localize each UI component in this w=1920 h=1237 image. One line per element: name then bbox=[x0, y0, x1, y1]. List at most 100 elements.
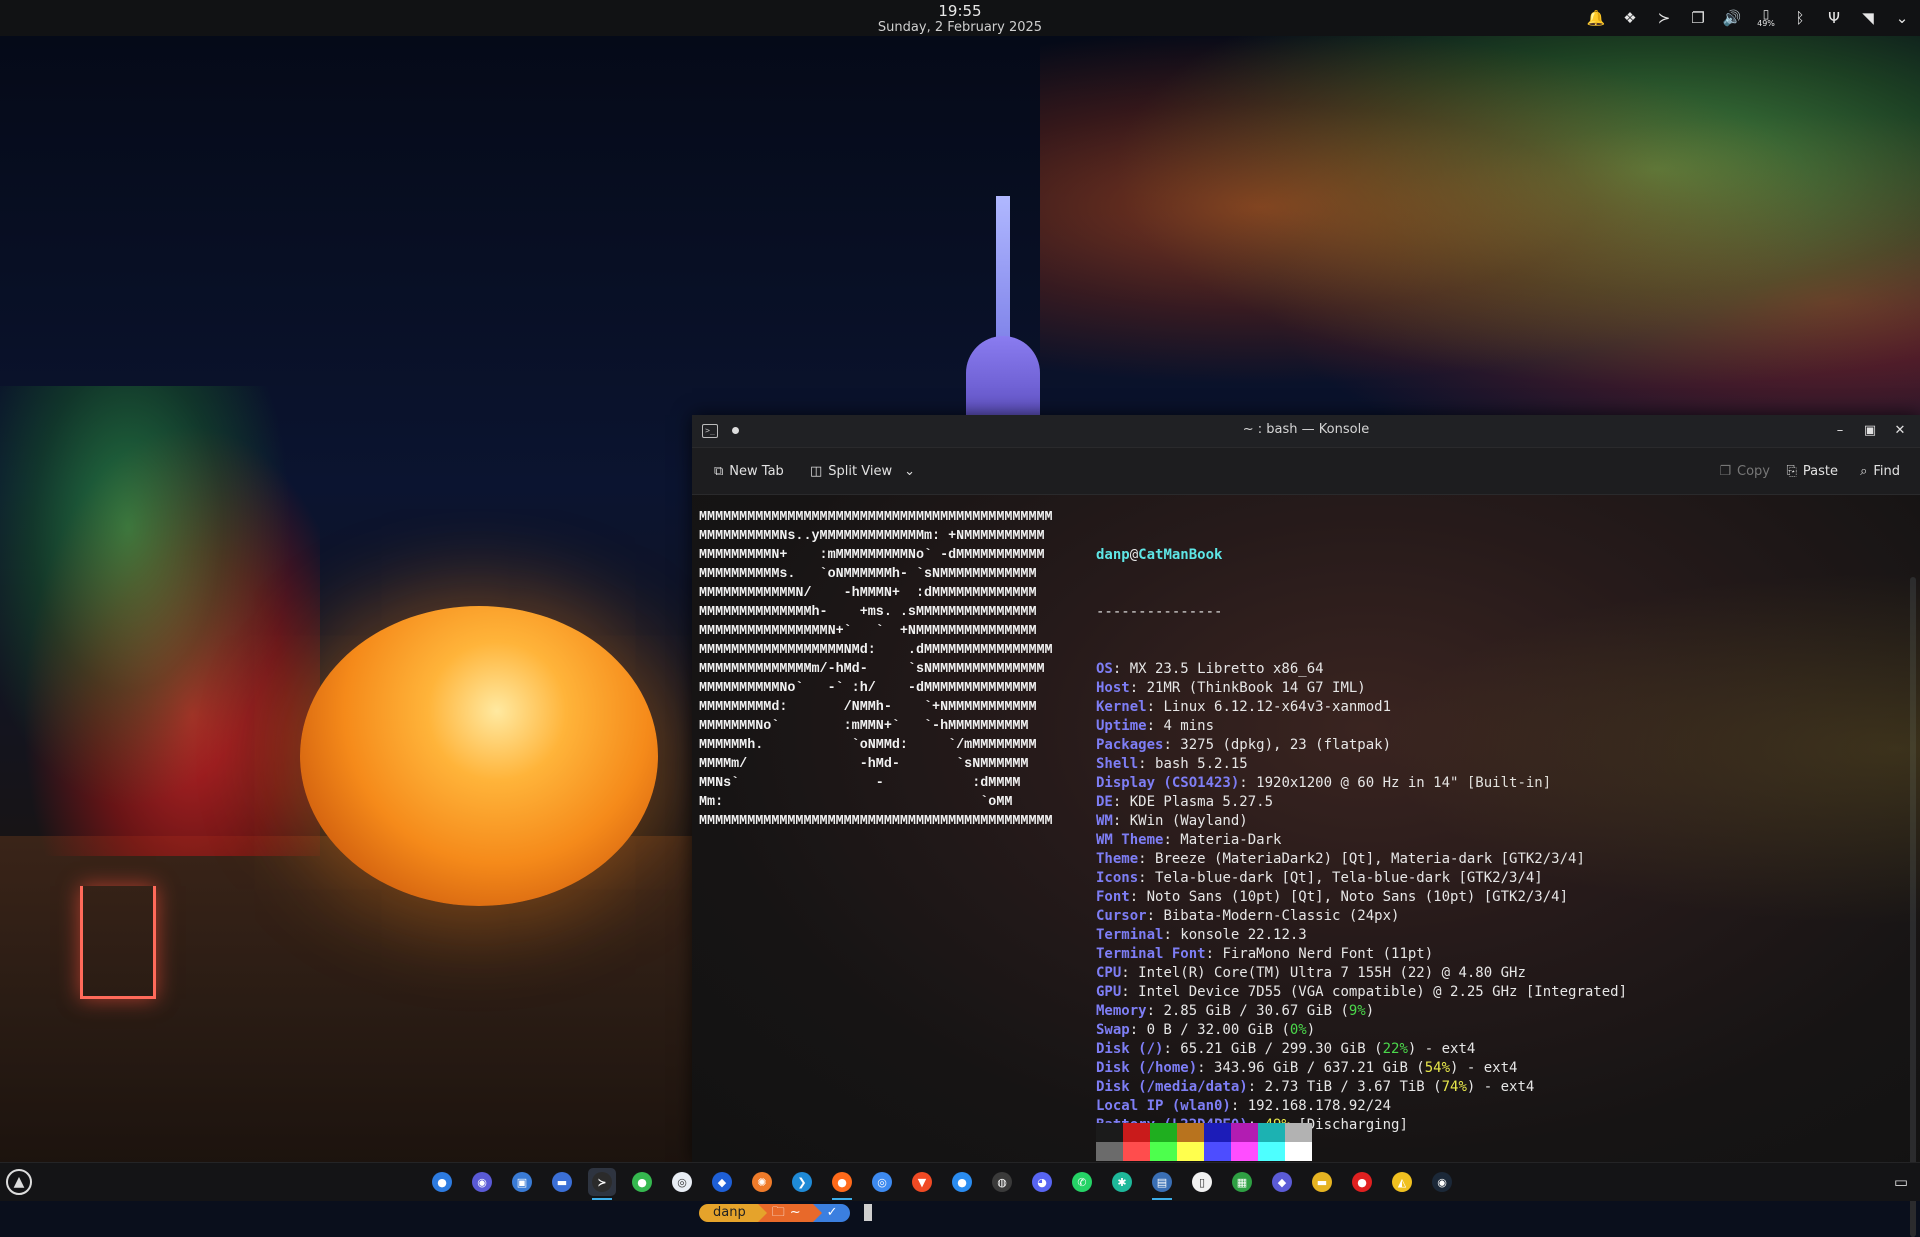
task-glyph: ◎ bbox=[872, 1172, 892, 1192]
clipboard-icon[interactable]: ❐ bbox=[1688, 8, 1708, 28]
system-tray: 🔔 ❖ ≻ ❐ 🔊 ▯ 49% ᛒ Ψ ◥ ⌄ bbox=[1586, 7, 1912, 29]
document-icon[interactable]: ▯ bbox=[1188, 1168, 1216, 1196]
info-line: Disk (/media/data): 2.73 TiB / 3.67 TiB … bbox=[1096, 1079, 1535, 1095]
chrome-icon[interactable]: ◎ bbox=[868, 1168, 896, 1196]
info-line: Local IP (wlan0): 192.168.178.92/24 bbox=[1096, 1098, 1392, 1114]
application-launcher-icon[interactable]: ▲ bbox=[6, 1169, 32, 1195]
info-value: Tela-blue-dark [Qt], Tela-blue-dark [GTK… bbox=[1155, 870, 1543, 886]
checkmark-icon: ✓ bbox=[826, 1205, 838, 1220]
split-view-button[interactable]: ◫ Split View ⌄ bbox=[810, 462, 915, 480]
info-value: 2.73 TiB / 3.67 TiB ( bbox=[1264, 1079, 1442, 1095]
info-value: FiraMono Nerd Font (11pt) bbox=[1222, 946, 1434, 962]
info-tail: ) - ext4 bbox=[1450, 1060, 1518, 1076]
konsole-toolbar: ⧉ New Tab ◫ Split View ⌄ ❐ Copy ⎘ Paste … bbox=[692, 448, 1920, 495]
palette-swatch bbox=[1231, 1123, 1258, 1142]
terminal-view[interactable]: MMMMMMMMMMMMMMMMMMMMMMMMMMMMMMMMMMMMMMMM… bbox=[692, 495, 1920, 1237]
terminal-tray-icon[interactable]: ≻ bbox=[1654, 8, 1674, 28]
info-key: Icons bbox=[1096, 870, 1139, 886]
terminal-scrollbar[interactable] bbox=[1910, 577, 1916, 1237]
whatsapp-icon[interactable]: ✆ bbox=[1068, 1168, 1096, 1196]
copy-button[interactable]: ❐ Copy bbox=[1719, 462, 1770, 480]
desktop-switch-icon[interactable]: ▤ bbox=[1148, 1168, 1176, 1200]
tux-icon[interactable]: ◭ bbox=[1388, 1168, 1416, 1196]
info-tail: ) bbox=[1306, 1022, 1316, 1038]
info-value: 3275 (dpkg), 23 (flatpak) bbox=[1180, 737, 1392, 753]
palette-swatch bbox=[1123, 1142, 1150, 1161]
steam-icon[interactable]: ◉ bbox=[1428, 1168, 1456, 1196]
info-key: CPU bbox=[1096, 965, 1122, 981]
info-value: 0 B / 32.00 GiB ( bbox=[1146, 1022, 1290, 1038]
app-orange-icon[interactable]: ✺ bbox=[748, 1168, 776, 1196]
app-store-icon[interactable]: ▣ bbox=[508, 1168, 536, 1196]
wifi-icon[interactable]: ◥ bbox=[1858, 8, 1878, 28]
info-key: Kernel bbox=[1096, 699, 1147, 715]
maximize-icon[interactable]: ▣ bbox=[1860, 421, 1880, 441]
info-percent: 22% bbox=[1382, 1041, 1408, 1057]
find-button[interactable]: ⌕ Find bbox=[1860, 462, 1900, 480]
usb-icon[interactable]: Ψ bbox=[1824, 8, 1844, 28]
info-value: Intel(R) Core(TM) Ultra 7 155H (22) @ 4.… bbox=[1138, 965, 1526, 981]
app-teal-icon[interactable]: ✱ bbox=[1108, 1168, 1136, 1196]
paste-label: Paste bbox=[1802, 463, 1838, 479]
notifications-panel-icon[interactable]: ▭ bbox=[1890, 1171, 1912, 1193]
top-panel: 19:55 Sunday, 2 February 2025 🔔 ❖ ≻ ❐ 🔊 ▯ 49% ᛒ… bbox=[0, 0, 1920, 36]
task-glyph: ◆ bbox=[712, 1172, 732, 1192]
close-icon[interactable]: ✕ bbox=[1890, 421, 1910, 441]
obs-icon[interactable]: ◍ bbox=[988, 1168, 1016, 1196]
info-key: DE bbox=[1096, 794, 1113, 810]
vscode-icon[interactable]: ❯ bbox=[788, 1168, 816, 1196]
folder-yellow-icon[interactable]: ▬ bbox=[1308, 1168, 1336, 1196]
info-value: 2.85 GiB / 30.67 GiB ( bbox=[1163, 1003, 1349, 1019]
info-line: Display (CSO1423): 1920x1200 @ 60 Hz in … bbox=[1096, 775, 1552, 791]
info-key: Cursor bbox=[1096, 908, 1147, 924]
window-titlebar[interactable]: >_ ~ : bash — Konsole – ▣ ✕ bbox=[692, 415, 1920, 448]
files-icon[interactable]: ▬ bbox=[548, 1168, 576, 1196]
dropbox-icon[interactable]: ❖ bbox=[1620, 8, 1640, 28]
volume-icon[interactable]: 🔊 bbox=[1722, 8, 1742, 28]
spreadsheet-icon[interactable]: ▦ bbox=[1228, 1168, 1256, 1196]
palette-swatch bbox=[1258, 1142, 1285, 1161]
app-red-circle-icon[interactable]: ● bbox=[1348, 1168, 1376, 1196]
konsole-icon[interactable]: ≻ bbox=[588, 1168, 616, 1200]
task-glyph: ◆ bbox=[1272, 1172, 1292, 1192]
info-value: 192.168.178.92/24 bbox=[1247, 1098, 1392, 1114]
info-percent: 0% bbox=[1289, 1022, 1307, 1038]
app-blue2-icon[interactable]: ● bbox=[948, 1168, 976, 1196]
brave-icon[interactable]: ▼ bbox=[908, 1168, 936, 1196]
tray-expand-icon[interactable]: ⌄ bbox=[1892, 8, 1912, 28]
firefox-icon[interactable]: ● bbox=[828, 1168, 856, 1200]
konsole-window[interactable]: >_ ~ : bash — Konsole – ▣ ✕ ⧉ New Tab ◫ … bbox=[692, 415, 1920, 1237]
info-line: GPU: Intel Device 7D55 (VGA compatible) … bbox=[1096, 984, 1628, 1000]
info-value: Intel Device 7D55 (VGA compatible) @ 2.2… bbox=[1138, 984, 1628, 1000]
app-blue-circle-icon[interactable]: ● bbox=[428, 1168, 456, 1196]
task-glyph: ✱ bbox=[1112, 1172, 1132, 1192]
task-glyph: ◎ bbox=[672, 1172, 692, 1192]
info-value: 65.21 GiB / 299.30 GiB ( bbox=[1180, 1041, 1383, 1057]
info-key: Local IP (wlan0) bbox=[1096, 1098, 1231, 1114]
battery-icon[interactable]: ▯ 49% bbox=[1756, 8, 1776, 28]
chromium-icon[interactable]: ◎ bbox=[668, 1168, 696, 1196]
app-elephant-icon[interactable]: ◆ bbox=[1268, 1168, 1296, 1196]
paste-button[interactable]: ⎘ Paste bbox=[1787, 462, 1839, 480]
chevron-down-icon: ⌄ bbox=[904, 463, 916, 479]
info-key: Disk (/media/data) bbox=[1096, 1079, 1248, 1095]
notifications-icon[interactable]: 🔔 bbox=[1586, 8, 1606, 28]
new-tab-button[interactable]: ⧉ New Tab bbox=[714, 462, 784, 480]
clock-time: 19:55 bbox=[938, 2, 982, 20]
info-line: Packages: 3275 (dpkg), 23 (flatpak) bbox=[1096, 737, 1392, 753]
digital-clock[interactable]: 19:55 Sunday, 2 February 2025 bbox=[860, 2, 1060, 35]
minimize-icon[interactable]: – bbox=[1830, 421, 1850, 441]
info-key: OS bbox=[1096, 661, 1113, 677]
info-line: Disk (/): 65.21 GiB / 299.30 GiB (22%) -… bbox=[1096, 1041, 1476, 1057]
info-line: WM Theme: Materia-Dark bbox=[1096, 832, 1282, 848]
app-green-icon[interactable]: ● bbox=[628, 1168, 656, 1196]
copy-label: Copy bbox=[1737, 463, 1770, 479]
virtualbox-icon[interactable]: ◆ bbox=[708, 1168, 736, 1196]
info-line: CPU: Intel(R) Core(TM) Ultra 7 155H (22)… bbox=[1096, 965, 1526, 981]
app-purple-icon[interactable]: ◉ bbox=[468, 1168, 496, 1196]
discord-icon[interactable]: ◕ bbox=[1028, 1168, 1056, 1196]
new-tab-icon: ⧉ bbox=[714, 463, 724, 479]
task-glyph: ● bbox=[1352, 1172, 1372, 1192]
prompt-user-segment: danp bbox=[699, 1203, 767, 1222]
bluetooth-icon[interactable]: ᛒ bbox=[1790, 8, 1810, 28]
